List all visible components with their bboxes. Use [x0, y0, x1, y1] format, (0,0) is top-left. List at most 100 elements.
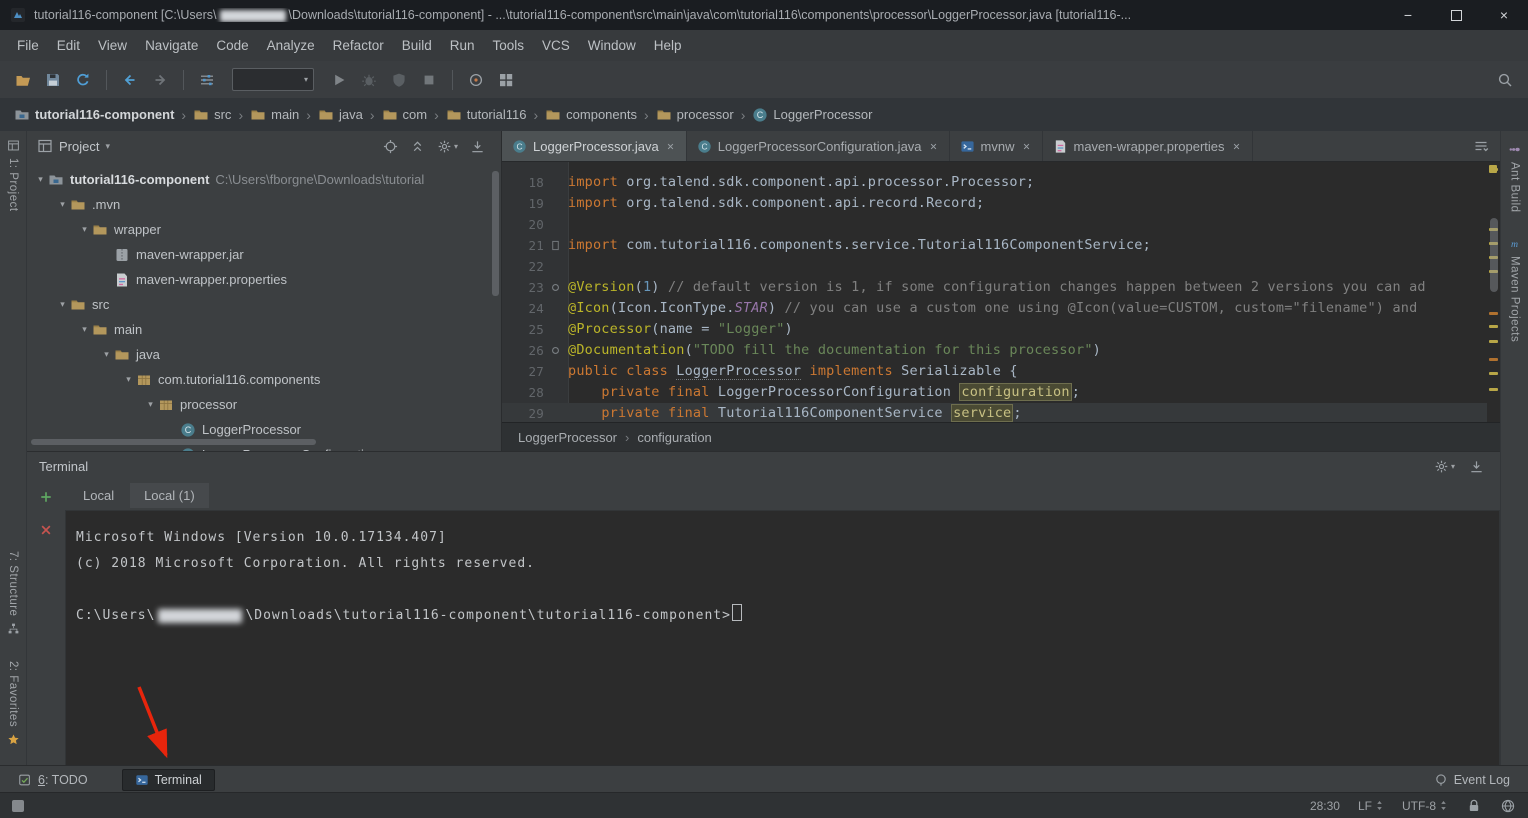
- back-button[interactable]: [117, 68, 143, 92]
- breadcrumb-field[interactable]: configuration: [637, 430, 711, 445]
- line-separator-widget[interactable]: LF: [1358, 799, 1384, 813]
- tab-close-icon[interactable]: [665, 141, 676, 152]
- menu-refactor[interactable]: Refactor: [324, 38, 393, 53]
- breadcrumb-tutorial116-component[interactable]: tutorial116-component: [14, 107, 174, 123]
- breadcrumb-processor[interactable]: processor: [656, 107, 734, 123]
- tree-item-src[interactable]: ▾src: [27, 292, 501, 317]
- menu-help[interactable]: Help: [645, 38, 691, 53]
- menu-window[interactable]: Window: [579, 38, 645, 53]
- toolwindow-toggle-button[interactable]: [12, 800, 24, 812]
- coverage-button[interactable]: [386, 68, 412, 92]
- tree-expanded-arrow[interactable]: ▾: [77, 324, 92, 335]
- target-button[interactable]: [463, 68, 489, 92]
- tree-item-processor[interactable]: ▾processor: [27, 392, 501, 417]
- code-line-20[interactable]: 20: [502, 214, 1487, 235]
- open-button[interactable]: [10, 68, 36, 92]
- tree-item-wrapper[interactable]: ▾wrapper: [27, 217, 501, 242]
- terminal-prompt[interactable]: C:\Users\\Downloads\tutorial116-componen…: [76, 603, 1489, 629]
- breadcrumb-loggerprocessor[interactable]: CLoggerProcessor: [752, 107, 872, 123]
- fold-marker[interactable]: [544, 282, 566, 293]
- tool-stripe-7-structure[interactable]: 7: Structure: [0, 551, 26, 635]
- terminal-hide-button[interactable]: [1469, 459, 1484, 474]
- tree-expanded-arrow[interactable]: ▾: [99, 349, 114, 360]
- terminal-button[interactable]: Terminal: [122, 769, 215, 791]
- breadcrumb-tutorial116[interactable]: tutorial116: [446, 107, 527, 123]
- project-horizontal-scrollbar[interactable]: [31, 439, 316, 445]
- tool-stripe-ant-build[interactable]: Ant Build: [1501, 143, 1528, 213]
- code-line-19[interactable]: 19import org.talend.sdk.component.api.re…: [502, 193, 1487, 214]
- maximize-button[interactable]: [1432, 0, 1480, 30]
- menu-navigate[interactable]: Navigate: [136, 38, 207, 53]
- tree-item-mvn[interactable]: ▾.mvn: [27, 192, 501, 217]
- hide-button[interactable]: [470, 139, 485, 154]
- tool-stripe-1-project[interactable]: 1: Project: [0, 139, 26, 212]
- chevron-down-icon[interactable]: ▾: [105, 141, 110, 152]
- code-line-21[interactable]: 21import com.tutorial116.components.serv…: [502, 235, 1487, 256]
- new-session-button[interactable]: [39, 490, 53, 507]
- breadcrumb-components[interactable]: components: [545, 107, 637, 123]
- sliders-button[interactable]: [194, 68, 220, 92]
- code-line-26[interactable]: 26@Documentation("TODO fill the document…: [502, 340, 1487, 361]
- tab-close-icon[interactable]: [1231, 141, 1242, 152]
- tree-item-maven-wrapper-jar[interactable]: maven-wrapper.jar: [27, 242, 501, 267]
- menu-code[interactable]: Code: [207, 38, 257, 53]
- menu-build[interactable]: Build: [393, 38, 441, 53]
- close-button[interactable]: ×: [1480, 0, 1528, 30]
- editor-scrollbar-thumb[interactable]: [1490, 218, 1498, 292]
- run-button[interactable]: [326, 68, 352, 92]
- fold-marker[interactable]: [544, 240, 566, 251]
- fold-marker[interactable]: [544, 345, 566, 356]
- encoding-widget[interactable]: UTF-8: [1402, 799, 1448, 813]
- code-line-18[interactable]: 18import org.talend.sdk.component.api.pr…: [502, 172, 1487, 193]
- editor-tab-loggerprocessor-java[interactable]: CLoggerProcessor.java: [502, 131, 687, 161]
- terminal-output[interactable]: Microsoft Windows [Version 10.0.17134.40…: [65, 510, 1500, 766]
- tool-stripe-maven-projects[interactable]: mMaven Projects: [1501, 237, 1528, 342]
- terminal-tab-local[interactable]: Local: [69, 483, 128, 508]
- globe-button[interactable]: [1500, 798, 1516, 814]
- editor-tab-loggerprocessorconfiguration-java[interactable]: CLoggerProcessorConfiguration.java: [687, 131, 950, 161]
- menu-file[interactable]: File: [8, 38, 48, 53]
- todo-button[interactable]: 6: TODO: [10, 770, 96, 790]
- menu-vcs[interactable]: VCS: [533, 38, 579, 53]
- caret-position-widget[interactable]: 28:30: [1310, 799, 1340, 813]
- stop-button[interactable]: [416, 68, 442, 92]
- terminal-tab-local-1[interactable]: Local (1): [130, 483, 209, 508]
- tool-stripe-2-favorites[interactable]: 2: Favorites: [0, 661, 26, 746]
- code-line-25[interactable]: 25@Processor(name = "Logger"): [502, 319, 1487, 340]
- forward-button[interactable]: [147, 68, 173, 92]
- tab-close-icon[interactable]: [1021, 141, 1032, 152]
- tree-expanded-arrow[interactable]: ▾: [55, 299, 70, 310]
- breadcrumb-com[interactable]: com: [382, 107, 428, 123]
- tree-expanded-arrow[interactable]: ▾: [77, 224, 92, 235]
- collapse-button[interactable]: [410, 139, 425, 154]
- tree-item-main[interactable]: ▾main: [27, 317, 501, 342]
- debug-button[interactable]: [356, 68, 382, 92]
- editor-tab-mvnw[interactable]: mvnw: [950, 131, 1043, 161]
- run-configuration-combo[interactable]: ▾: [232, 68, 314, 91]
- lock-button[interactable]: [1466, 798, 1482, 814]
- project-vertical-scrollbar[interactable]: [492, 171, 499, 296]
- tree-item-maven-wrapper-properties[interactable]: maven-wrapper.properties: [27, 267, 501, 292]
- tree-expanded-arrow[interactable]: ▾: [33, 174, 48, 185]
- project-panel-title[interactable]: Project: [59, 139, 99, 154]
- tree-item-tutorial116-component[interactable]: ▾tutorial116-componentC:\Users\fborgne\D…: [27, 167, 501, 192]
- breadcrumb-src[interactable]: src: [193, 107, 231, 123]
- tree-expanded-arrow[interactable]: ▾: [121, 374, 136, 385]
- grid-button[interactable]: [493, 68, 519, 92]
- menu-run[interactable]: Run: [441, 38, 484, 53]
- code-line-23[interactable]: 23@Version(1) // default version is 1, i…: [502, 277, 1487, 298]
- save-button[interactable]: [40, 68, 66, 92]
- editor[interactable]: 18import org.talend.sdk.component.api.pr…: [502, 162, 1500, 422]
- tab-list-button[interactable]: [1468, 134, 1494, 158]
- tree-item-java[interactable]: ▾java: [27, 342, 501, 367]
- terminal-settings-button[interactable]: ▾: [1434, 459, 1455, 474]
- editor-tab-maven-wrapper-properties[interactable]: maven-wrapper.properties: [1043, 131, 1253, 161]
- menu-tools[interactable]: Tools: [484, 38, 534, 53]
- code-line-24[interactable]: 24@Icon(Icon.IconType.STAR) // you can u…: [502, 298, 1487, 319]
- search-button[interactable]: [1492, 68, 1518, 92]
- tree-expanded-arrow[interactable]: ▾: [143, 399, 158, 410]
- breadcrumb-java[interactable]: java: [318, 107, 363, 123]
- tab-close-icon[interactable]: [928, 141, 939, 152]
- gear-button[interactable]: ▾: [437, 139, 458, 154]
- event-log-button[interactable]: Event Log: [1426, 770, 1518, 790]
